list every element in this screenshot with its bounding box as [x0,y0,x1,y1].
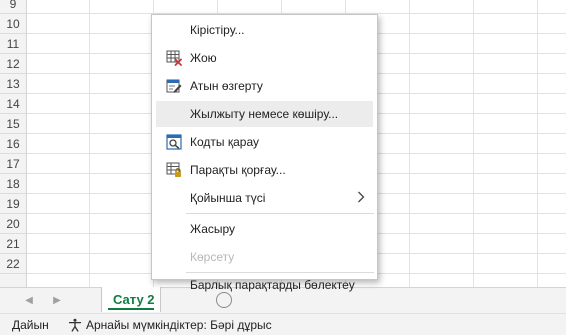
menu-item-hide[interactable]: Жасыру [156,216,373,242]
menu-item-label: Парақты қорғау... [190,163,286,177]
menu-item-move-or-copy[interactable]: Жылжыту немесе көшіру... [156,101,373,127]
gridline [537,0,538,287]
row-header[interactable]: 21 [0,234,26,254]
row-header[interactable]: 18 [0,174,26,194]
menu-item-unhide: Көрсету [156,244,373,270]
row-header[interactable]: 19 [0,194,26,214]
row-header[interactable]: 14 [0,94,26,114]
row-header[interactable]: 20 [0,214,26,234]
delete-sheet-icon [166,50,182,66]
previous-sheet-icon[interactable]: ◀ [20,292,38,310]
menu-item-label: Жою [190,51,217,65]
row-header[interactable]: 9 [0,0,26,14]
active-tab-underline [108,308,154,310]
row-header[interactable]: 12 [0,54,26,74]
status-bar: Дайын Арнайы мүмкіндіктер: Бәрі дұрыс [0,313,566,335]
menu-item-rename[interactable]: Атын өзгерту [156,73,373,99]
row-header[interactable]: 15 [0,114,26,134]
menu-separator [186,213,374,214]
menu-item-label: Жылжыту немесе көшіру... [190,107,339,121]
menu-item-label: Атын өзгерту [190,79,263,93]
view-code-icon [166,134,182,150]
gridline [409,0,410,287]
accessibility-label: Арнайы мүмкіндіктер: Бәрі дұрыс [86,318,272,332]
row-header[interactable]: 17 [0,154,26,174]
sheet-tab-active[interactable]: Сату 2 [101,287,161,312]
menu-item-label: Жасыру [190,222,236,236]
menu-item-view-code[interactable]: Кодты қарау [156,129,373,155]
row-header[interactable]: 13 [0,74,26,94]
menu-item-label: Көрсету [190,250,235,264]
menu-item-label: Қойынша түсі [190,191,266,205]
row-headers: 9 10 11 12 13 14 15 16 17 18 19 20 21 22 [0,0,27,287]
next-sheet-icon[interactable]: ▶ [48,292,66,310]
menu-separator [186,272,374,273]
accessibility-icon [68,318,82,332]
menu-item-tab-color[interactable]: Қойынша түсі [156,185,373,211]
rename-sheet-icon [166,79,182,93]
gridline [473,0,474,287]
menu-item-label: Кірістіру... [190,23,245,37]
sheet-tab-context-menu: Кірістіру... Жою Атын өзгерту Жылжыту не… [151,14,378,292]
menu-item-label: Барлық парақтарды бөлектеу [190,278,355,292]
status-ready: Дайын [12,318,49,332]
row-header[interactable]: 16 [0,134,26,154]
protect-sheet-icon [166,162,181,177]
gridline [89,0,90,287]
menu-item-select-all-sheets[interactable]: Барлық парақтарды бөлектеу [156,274,373,296]
row-header[interactable]: 22 [0,254,26,274]
menu-item-label: Кодты қарау [190,135,259,149]
menu-item-protect-sheet[interactable]: Парақты қорғау... [156,157,373,183]
sheet-tab-label: Сату 2 [113,292,155,307]
row-header[interactable]: 10 [0,14,26,34]
chevron-right-icon [358,191,365,203]
menu-item-delete[interactable]: Жою [156,45,373,71]
accessibility-status[interactable]: Арнайы мүмкіндіктер: Бәрі дұрыс [68,317,272,333]
menu-item-insert[interactable]: Кірістіру... [156,17,373,43]
row-header[interactable]: 11 [0,34,26,54]
